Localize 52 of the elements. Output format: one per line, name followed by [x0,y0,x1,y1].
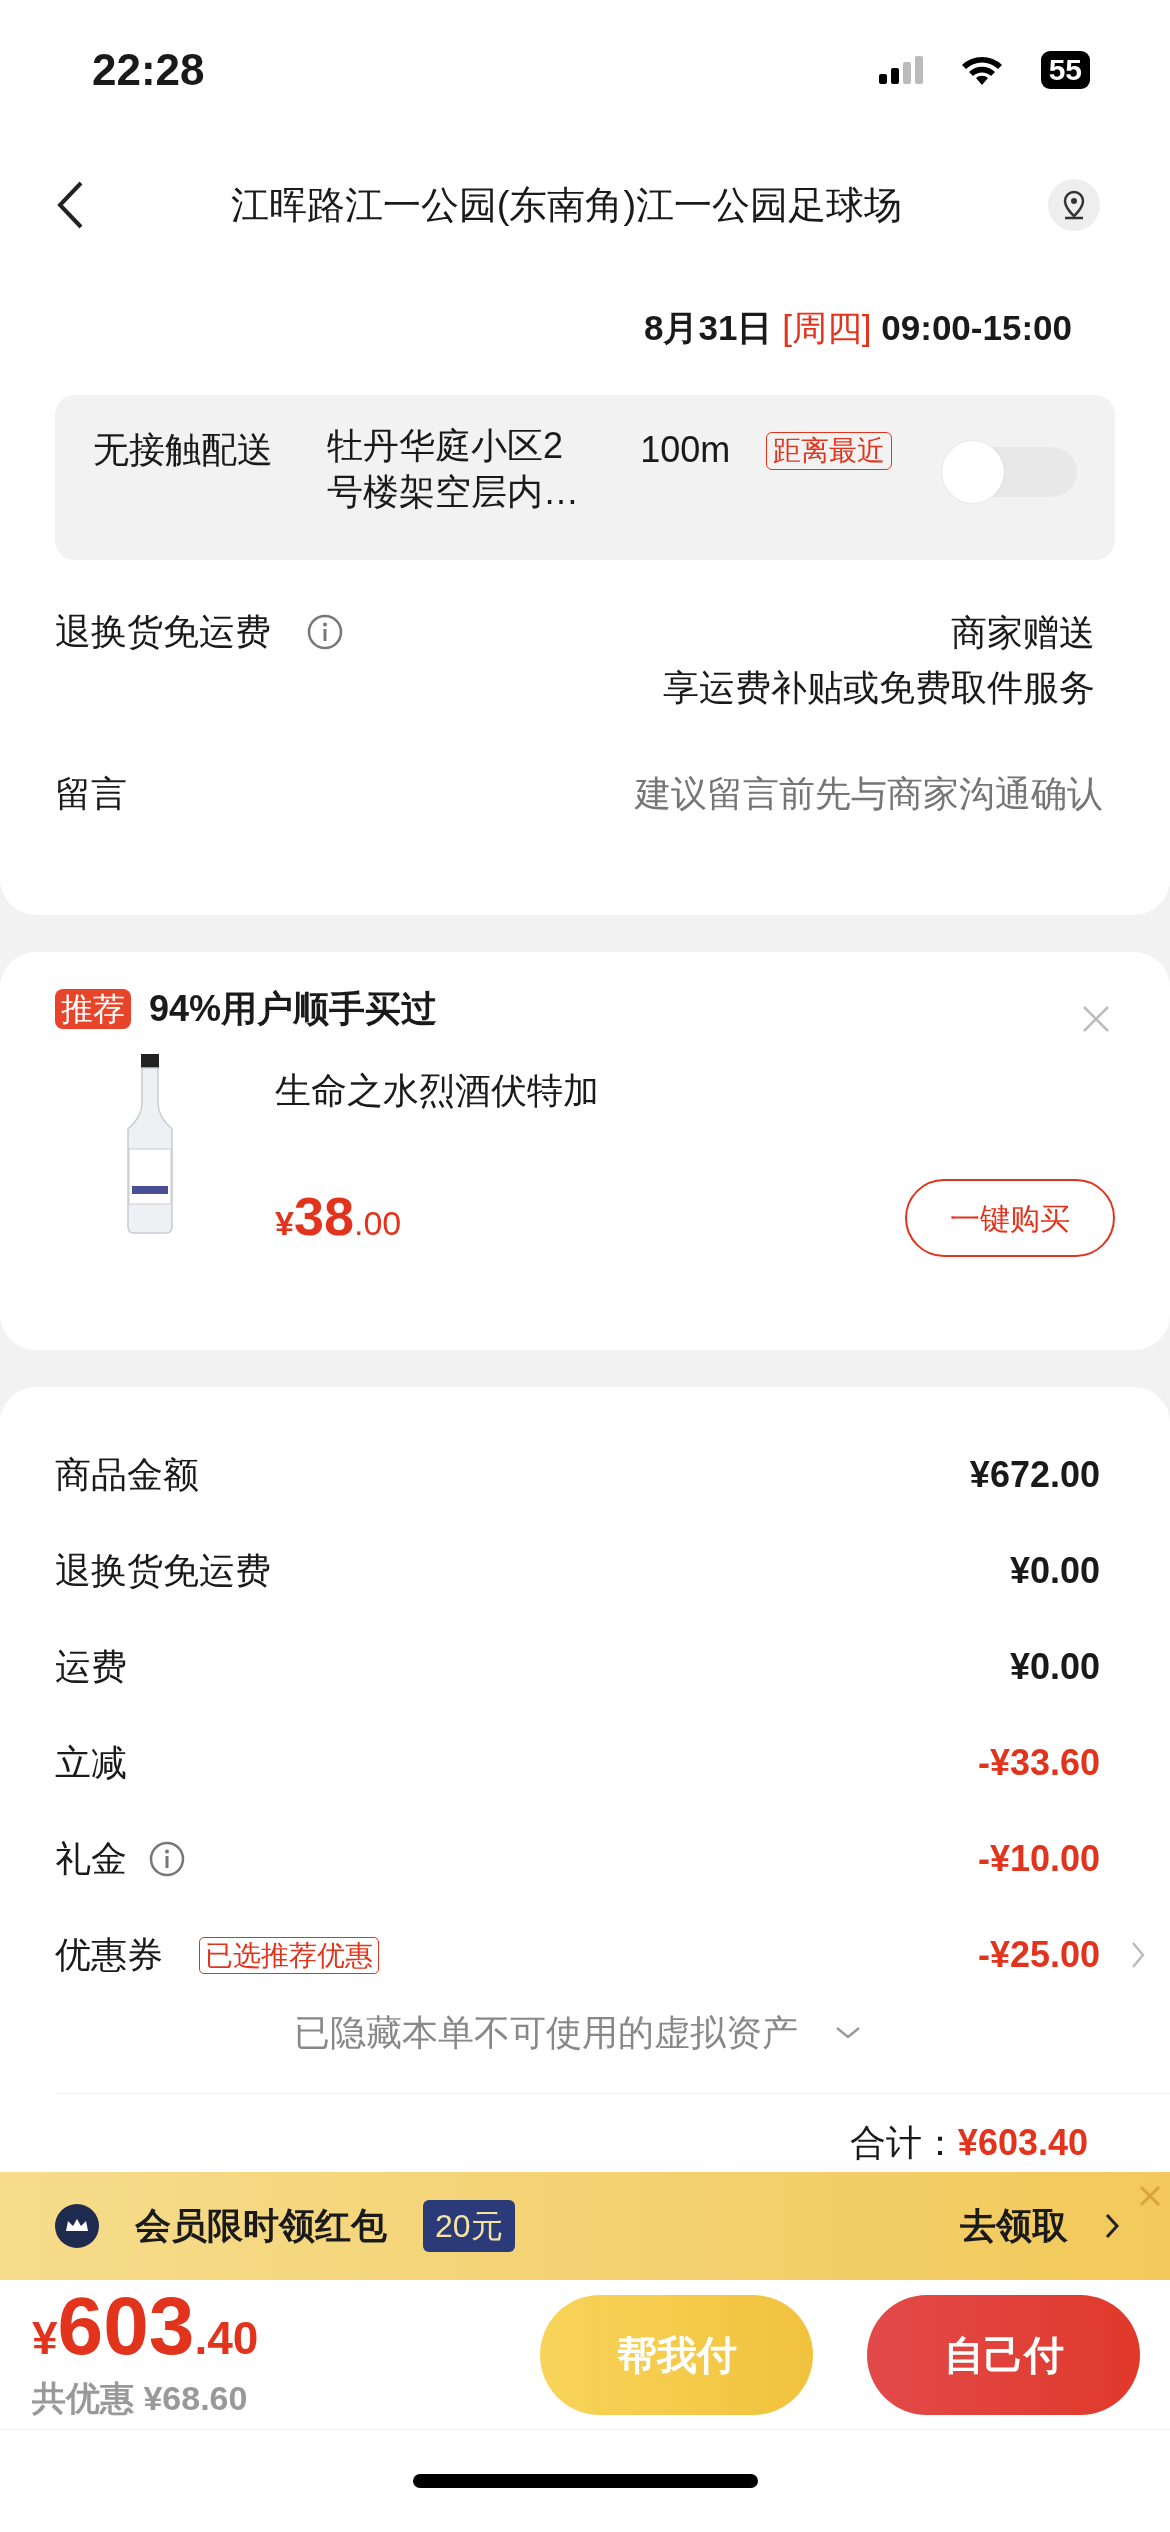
summary-label: 退换货免运费 [55,1549,271,1593]
address-text: 牡丹华庭小区2号楼架空层内… [327,423,580,515]
chevron-right-icon [1104,2212,1120,2240]
page-title: 江晖路江一公园(东南角)江一公园足球场 [229,182,904,228]
savings-text: 共优惠 ¥68.60 [32,2378,249,2419]
total-price: ¥603.40 [32,2285,259,2373]
info-icon [149,1841,185,1877]
signal-icon [878,56,923,84]
summary-amount: ¥672.00 [969,1453,1100,1497]
battery-indicator: 55 [1040,51,1090,89]
summary-label: 优惠券 [55,1933,163,1977]
claim-link[interactable]: 去领取 [960,2199,1120,2253]
message-input[interactable]: 建议留言前先与商家沟通确认 [555,766,1115,823]
product-name: 生命之水烈酒伏特加 [275,1069,600,1113]
crown-icon [55,2204,99,2248]
summary-amount: -¥10.00 [977,1837,1100,1881]
chevron-right-icon[interactable] [1130,1940,1146,1970]
contactless-label: 无接触配送 [93,427,273,472]
summary-amount: ¥0.00 [1009,1645,1100,1689]
pay-button[interactable]: 自己付 [867,2294,1140,2415]
toggle-switch[interactable] [942,440,1077,503]
summary-amount: -¥25.00 [977,1933,1100,1977]
banner-text: 会员限时领红包 [135,2204,387,2248]
delivery-time: 8月31日 [周四] 09:00-15:00 [643,307,1073,349]
return-value: 商家赠送 [950,610,1095,655]
message-label: 留言 [55,772,127,817]
location-pin-icon[interactable] [1048,179,1100,231]
hidden-assets-note[interactable]: 已隐藏本单不可使用的虚拟资产 [293,2006,798,2060]
recommend-badge: 推荐 [55,989,131,1029]
summary-label: 运费 [55,1645,127,1689]
total-label: 合计： [849,2121,958,2165]
product-price: ¥38.00 [275,1185,402,1248]
close-icon[interactable] [1082,1005,1110,1033]
info-icon [307,613,343,650]
back-icon[interactable] [55,180,85,230]
buy-now-button[interactable]: 一键购买 [905,1179,1115,1257]
return-note: 享运费补贴或免费取件服务 [663,666,1095,711]
coupon-tag: 已选推荐优惠 [199,1936,379,1974]
summary-amount: -¥33.60 [977,1741,1100,1785]
home-indicator[interactable] [412,2474,758,2488]
summary-amount: ¥0.00 [1009,1549,1100,1593]
distance-text: 100m [640,427,731,472]
recommend-headline: 94%用户顺手买过 [149,987,438,1031]
banner-amount: 20元 [423,2200,515,2252]
return-label: 退换货免运费 [55,609,271,654]
summary-label: 商品金额 [55,1453,199,1497]
distance-tag: 距离最近 [766,431,893,470]
status-time: 22:28 [92,44,205,96]
total-amount: ¥603.40 [957,2121,1088,2165]
close-icon[interactable] [1138,2184,1162,2208]
summary-label: 立减 [55,1741,127,1785]
summary-label: 礼金 [55,1837,127,1881]
